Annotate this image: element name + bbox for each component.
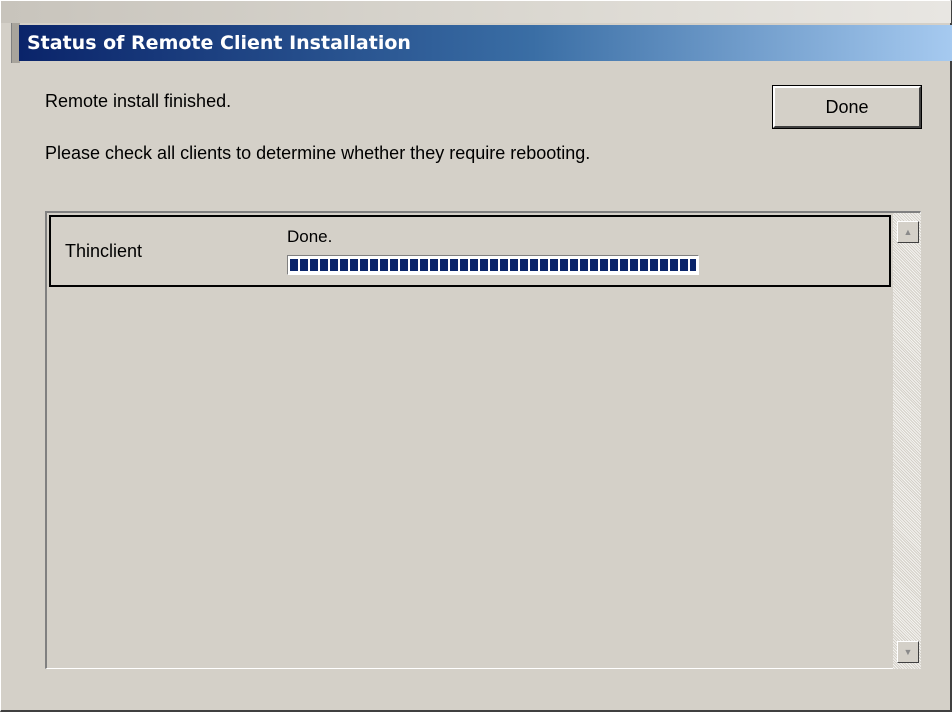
client-status-list: Thinclient Done. ▲ ▼ [45,211,921,669]
scroll-up-button[interactable]: ▲ [897,221,919,243]
title-bar: Status of Remote Client Installation [19,25,952,61]
client-row[interactable]: Thinclient Done. [49,215,891,287]
dialog-title: Status of Remote Client Installation [27,32,411,54]
reboot-check-message: Please check all clients to determine wh… [45,143,591,163]
vertical-scrollbar[interactable]: ▲ ▼ [893,213,921,669]
client-progress-bar [287,255,699,275]
install-status-dialog: Status of Remote Client Installation Rem… [0,0,952,712]
install-finished-message: Remote install finished. [45,91,232,111]
client-status-text: Done. [287,227,333,246]
window-top-strip [1,1,951,23]
client-name: Thinclient [65,241,143,261]
scroll-down-button[interactable]: ▼ [897,641,919,663]
done-button[interactable]: Done [773,86,921,128]
scroll-down-arrow-icon: ▼ [903,647,913,657]
scroll-up-arrow-icon: ▲ [903,227,913,237]
progress-fill [290,259,696,271]
